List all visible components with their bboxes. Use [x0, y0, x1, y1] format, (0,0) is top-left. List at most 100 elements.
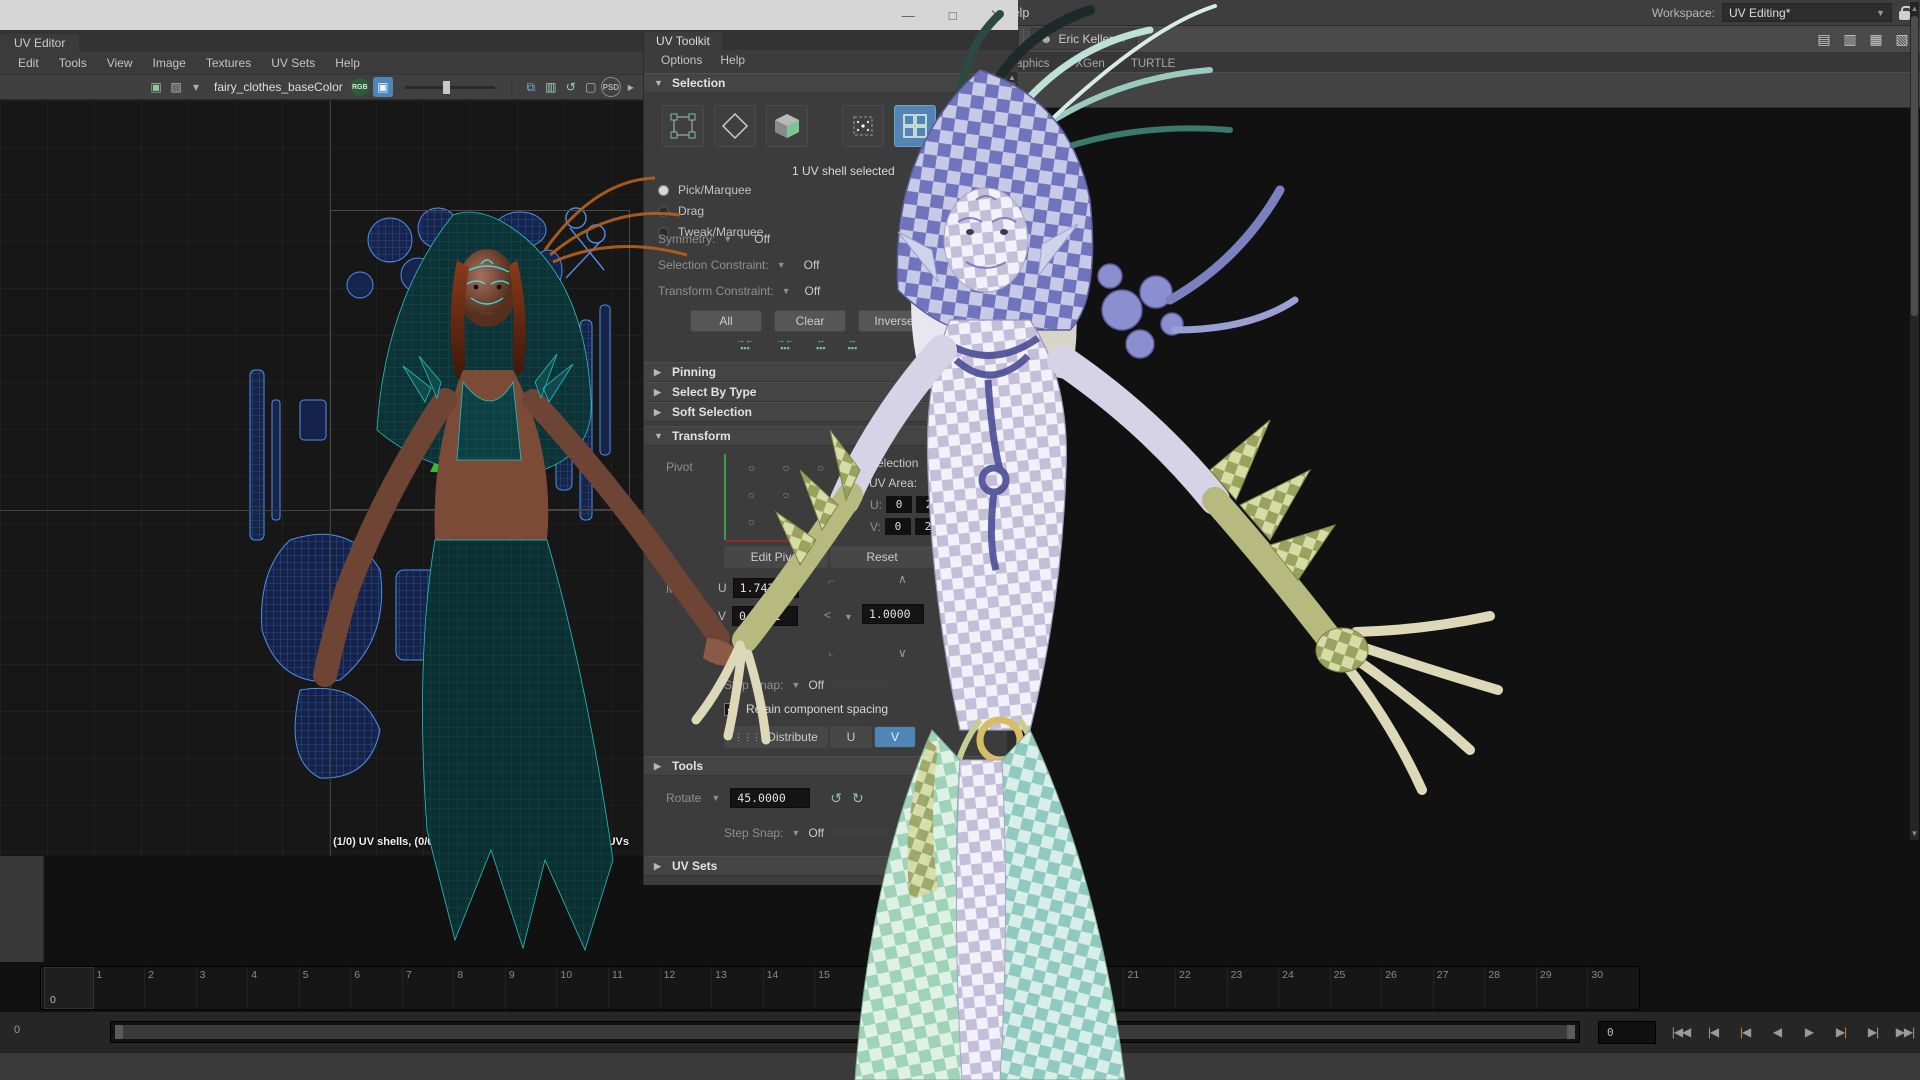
frame-tick[interactable]: 21: [1123, 967, 1175, 1009]
transport-button[interactable]: |◀: [1698, 1019, 1728, 1045]
uv-toolbar-icon[interactable]: ▾: [186, 77, 206, 97]
selection-constraint-value[interactable]: Off: [804, 258, 820, 272]
frame-tick[interactable]: 7: [402, 967, 454, 1009]
edit-pivot-button[interactable]: Edit Pivot: [724, 546, 828, 568]
command-line[interactable]: [0, 1052, 1920, 1080]
outliner-scrollbar[interactable]: ▲▼: [1910, 2, 1919, 840]
minimize-button[interactable]: —: [902, 8, 915, 23]
pivot-selection-radio[interactable]: Selection: [850, 456, 918, 470]
frame-tick[interactable]: 27: [1433, 967, 1485, 1009]
pivot-v-max[interactable]: 2: [915, 518, 941, 535]
transport-button[interactable]: |◀◀: [1666, 1019, 1696, 1045]
frame-tick[interactable]: 29: [1536, 967, 1588, 1009]
frame-tick[interactable]: 5: [299, 967, 351, 1009]
symmetry-grid-icon[interactable]: [990, 232, 1006, 246]
distribute-u-toggle[interactable]: U: [830, 726, 872, 748]
transport-button[interactable]: ▶|: [1858, 1019, 1888, 1045]
shelf-tab[interactable]: TURTLE: [1118, 56, 1189, 72]
select-inverse-button[interactable]: Inverse: [858, 310, 930, 332]
grow-shrink-selection-icon[interactable]: ↔▪▪▪: [816, 336, 826, 352]
workspace-lock-icon[interactable]: [1899, 11, 1910, 20]
move-right-button[interactable]: >: [974, 608, 981, 622]
move-down-button[interactable]: ∨: [898, 646, 907, 660]
move-up-left-button[interactable]: ⌐: [828, 574, 835, 588]
rotate-ccw-icon[interactable]: ↺: [830, 790, 842, 807]
select-clear-button[interactable]: Clear: [774, 310, 846, 332]
pivot-reset-button[interactable]: Reset: [830, 546, 934, 568]
marquee-mode-radio[interactable]: Drag: [658, 204, 763, 218]
grow-shrink-selection-icon[interactable]: →←▪▪▪: [776, 336, 794, 352]
pivot-grid[interactable]: ○○○○○○○○○: [724, 454, 834, 540]
uv-editor-menu-item[interactable]: Edit: [8, 56, 49, 70]
frame-tick[interactable]: 18: [969, 967, 1021, 1009]
pivot-u-min[interactable]: 0: [886, 496, 912, 513]
rotate-step-snap-value[interactable]: Off: [808, 826, 824, 840]
pivot-v-min[interactable]: 0: [885, 518, 911, 535]
frame-tick[interactable]: 4: [247, 967, 299, 1009]
uv-toolbar-icon[interactable]: ▢: [581, 77, 601, 97]
frame-tick[interactable]: 3: [196, 967, 248, 1009]
image-display-toggle[interactable]: ▣: [373, 77, 393, 97]
pivot-uv-area-radio[interactable]: UV Area:: [850, 476, 917, 490]
selection-section-header[interactable]: ▼Selection: [644, 73, 1006, 93]
frame-tick[interactable]: 24: [1278, 967, 1330, 1009]
uv-editor-titlebar[interactable]: — □ ×: [0, 0, 1018, 30]
rotate-caret[interactable]: ▼: [711, 793, 720, 803]
move-down-right-button[interactable]: ⌟: [972, 644, 978, 658]
frame-tick[interactable]: 28: [1484, 967, 1536, 1009]
select-all-button[interactable]: All: [690, 310, 762, 332]
rotate-angle-field[interactable]: 45.0000: [730, 788, 810, 808]
uv-toolbar-icon[interactable]: ▣: [146, 77, 166, 97]
uv-editor-tab[interactable]: UV Editor: [0, 34, 79, 52]
move-v-field[interactable]: 0.3781: [732, 606, 798, 626]
move-step-caret[interactable]: ▼: [844, 612, 853, 622]
uv-toolbar-icon[interactable]: ▨: [166, 77, 186, 97]
distribute-button[interactable]: ⋮⋮⋮Distribute: [724, 726, 828, 748]
uv-toolkit-tab[interactable]: UV Toolkit: [644, 32, 722, 50]
transform-constraint-caret[interactable]: ▼: [782, 286, 791, 296]
transport-button[interactable]: ◀: [1762, 1019, 1792, 1045]
uv-toolbar-icon[interactable]: ▥: [541, 77, 561, 97]
uv-editor-menu-item[interactable]: Help: [325, 56, 370, 70]
step-snap-value[interactable]: Off: [808, 678, 824, 692]
frame-tick[interactable]: 12: [660, 967, 712, 1009]
move-u-field[interactable]: 1.7431: [733, 578, 799, 598]
frame-tick[interactable]: 13: [711, 967, 763, 1009]
collapsed-section-header[interactable]: ▶Pinning: [644, 362, 1006, 382]
frame-tick[interactable]: 23: [1227, 967, 1279, 1009]
frame-tick[interactable]: 17: [917, 967, 969, 1009]
selection-constraint-caret[interactable]: ▼: [777, 260, 786, 270]
select-face-icon[interactable]: [766, 105, 808, 147]
frame-tick[interactable]: 16: [866, 967, 918, 1009]
step-snap-caret[interactable]: ▼: [791, 680, 800, 690]
select-uv-icon[interactable]: [842, 105, 884, 147]
uv-editor-menu-item[interactable]: Tools: [49, 56, 97, 70]
transport-button[interactable]: ▶: [1794, 1019, 1824, 1045]
image-dim-slider[interactable]: [405, 86, 495, 89]
symmetry-caret[interactable]: ▼: [723, 234, 732, 244]
move-down-left-button[interactable]: ⌞: [828, 644, 834, 658]
uv-toolbar-icon[interactable]: PSD: [601, 77, 621, 97]
transport-button[interactable]: |◀: [1730, 1019, 1760, 1045]
uv-toolkit-menu-item[interactable]: Help: [711, 53, 754, 67]
uv-editor-menu-item[interactable]: UV Sets: [261, 56, 325, 70]
distribute-v-toggle[interactable]: V: [874, 726, 916, 748]
collapsed-section-header[interactable]: ▶Soft Selection: [644, 402, 1006, 422]
uv-toolkit-scrollbar[interactable]: ▲▼: [1007, 72, 1017, 872]
pivot-u-max[interactable]: 2: [916, 496, 942, 513]
transport-button[interactable]: ▶|: [1826, 1019, 1856, 1045]
panel-layout-icon[interactable]: ▧: [1890, 28, 1914, 50]
select-vertex-icon[interactable]: [662, 105, 704, 147]
collapsed-section-header[interactable]: ▶Select By Type: [644, 382, 1006, 402]
shelf-tab[interactable]: XGen: [1062, 56, 1117, 72]
account-chip[interactable]: ☻ Eric Keller ▼: [1031, 28, 1137, 50]
panel-layout-icon[interactable]: ▥: [1838, 28, 1862, 50]
move-up-button[interactable]: ∧: [898, 572, 907, 586]
frame-tick[interactable]: 11: [608, 967, 660, 1009]
uv-canvas[interactable]: (1/0) UV shells, (0/0) overlapping UVs, …: [0, 100, 643, 856]
uv-toolbar-icon[interactable]: ▸: [621, 77, 641, 97]
grow-shrink-selection-icon[interactable]: →←▪▪▪: [736, 336, 754, 352]
current-frame-field[interactable]: 0: [1598, 1021, 1656, 1044]
panel-layout-icon[interactable]: ▤: [1812, 28, 1836, 50]
frame-tick[interactable]: 8: [453, 967, 505, 1009]
